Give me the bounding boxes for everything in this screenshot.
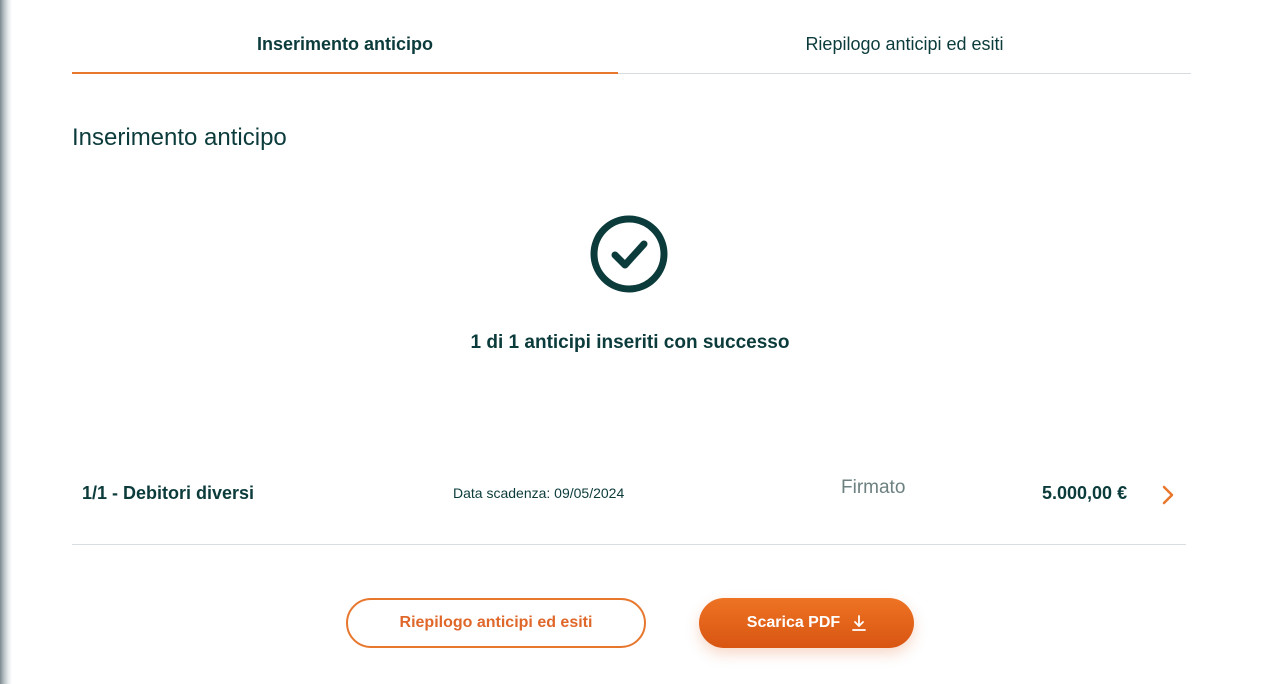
- tab-label: Riepilogo anticipi ed esiti: [805, 34, 1004, 54]
- tab-bar: Inserimento anticipo Riepilogo anticipi …: [72, 0, 1191, 74]
- advance-title: 1/1 - Debitori diversi: [82, 483, 255, 503]
- download-icon: [852, 615, 867, 631]
- advance-status: Firmato: [841, 477, 906, 498]
- page-title: Inserimento anticipo: [72, 124, 287, 151]
- window-edge: [0, 0, 12, 684]
- advance-row[interactable]: 1/1 - Debitori diversi Data scadenza: 09…: [72, 470, 1186, 545]
- summary-button[interactable]: Riepilogo anticipi ed esiti: [346, 598, 646, 648]
- check-circle-icon: [590, 215, 668, 293]
- active-tab-indicator: [72, 72, 618, 74]
- advance-amount: 5.000,00 €: [1042, 483, 1128, 503]
- chevron-right-icon[interactable]: [1160, 484, 1176, 506]
- download-pdf-button[interactable]: Scarica PDF: [699, 598, 914, 648]
- download-pdf-label: Scarica PDF: [746, 614, 841, 631]
- tab-riepilogo-anticipi[interactable]: Riepilogo anticipi ed esiti: [618, 0, 1191, 72]
- success-message: 1 di 1 anticipi inseriti con successo: [470, 332, 790, 353]
- tab-inserimento-anticipo[interactable]: Inserimento anticipo: [72, 0, 618, 72]
- advance-due-date: Data scadenza: 09/05/2024: [453, 485, 625, 501]
- tab-label: Inserimento anticipo: [256, 34, 434, 54]
